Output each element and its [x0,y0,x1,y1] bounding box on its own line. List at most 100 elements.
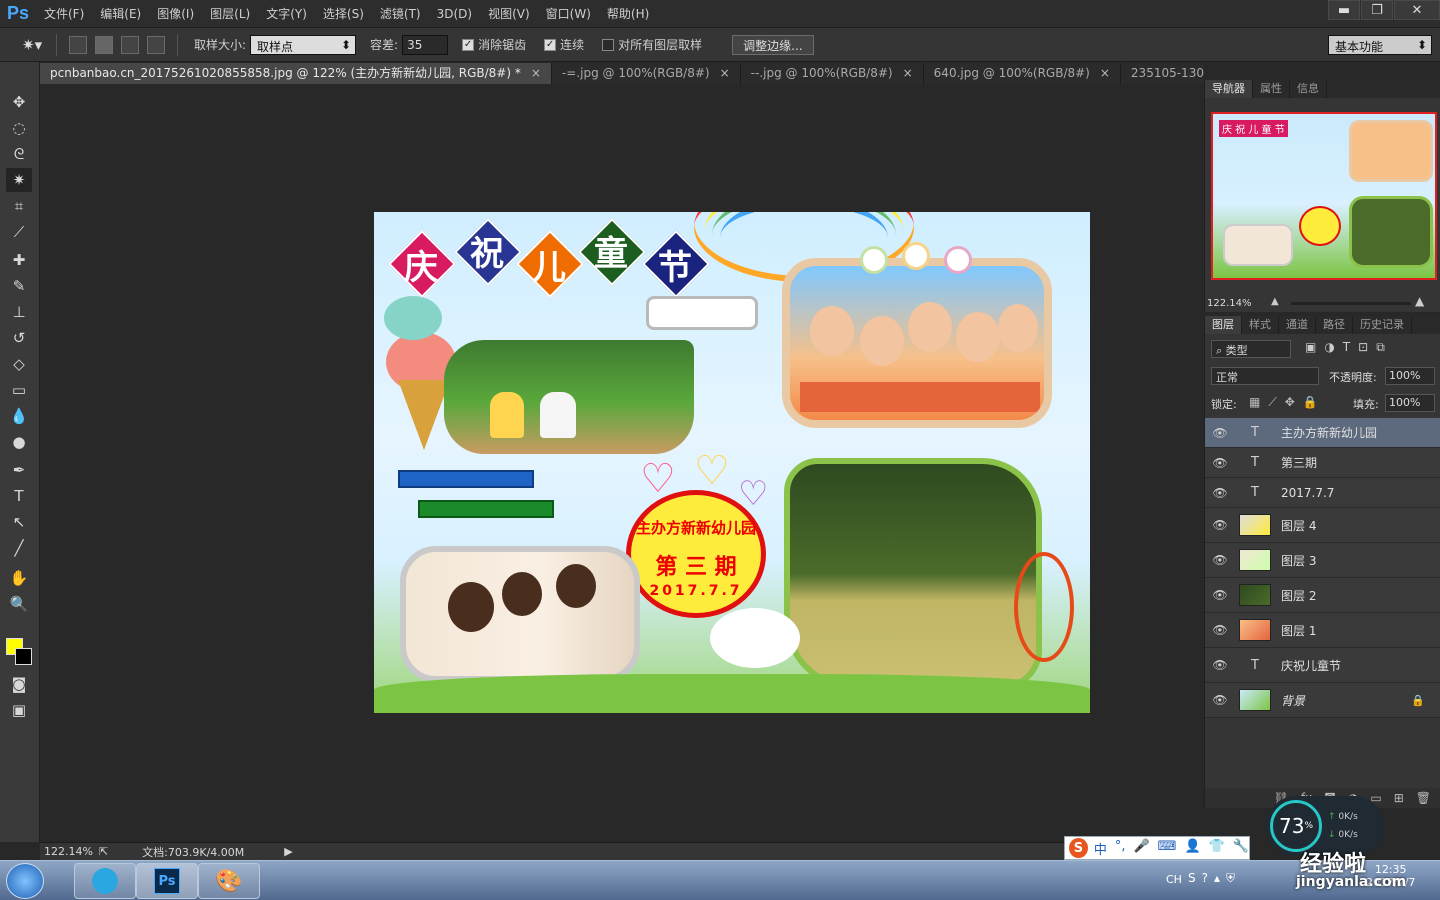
visibility-eye-icon[interactable]: 👁 [1205,693,1235,707]
magic-wand-tool-icon[interactable]: ✷ [6,168,32,192]
gradient-tool-icon[interactable]: ▭ [6,378,32,402]
start-button[interactable] [6,863,44,899]
tolerance-input[interactable]: 35 [402,34,449,55]
contiguous-checkbox[interactable]: ✓ [544,38,557,51]
panel-tab[interactable]: 信息 [1290,80,1327,98]
taskbar-paint[interactable]: 🎨 [198,863,260,899]
sogou-icon[interactable]: S [1069,838,1088,858]
document-tab[interactable]: 235105-1305160K52465.jpg @ 1 [1120,63,1204,84]
zoom-tool-icon[interactable]: 🔍 [6,592,32,616]
zoom-slider[interactable] [1291,302,1411,305]
delete-layer-icon[interactable]: 🗑 [1416,791,1431,805]
menu-item[interactable]: 选择(S) [315,0,372,28]
panel-tab[interactable]: 图层 [1205,316,1242,334]
panel-tab[interactable]: 样式 [1242,316,1279,334]
tab-close-icon[interactable]: × [1100,63,1110,84]
menu-item[interactable]: 滤镜(T) [372,0,429,28]
visibility-eye-icon[interactable]: 👁 [1205,456,1235,470]
layer-row[interactable]: 👁 背景 🔒 [1205,683,1440,718]
path-selection-icon[interactable]: ↖ [6,510,32,534]
eraser-tool-icon[interactable]: ◇ [6,352,32,376]
ime-item-icon[interactable]: ⌨ [1158,839,1177,858]
workspace-select[interactable]: 基本功能 ⬍ [1328,34,1432,55]
visibility-eye-icon[interactable]: 👁 [1205,518,1235,532]
minimize-button[interactable]: ▬ [1328,0,1360,20]
tray-icons[interactable]: S?▴⛨ [1188,871,1241,886]
type-tool-icon[interactable]: T [6,484,32,508]
layer-row[interactable]: 👁 T 主办方新新幼儿园 [1205,418,1440,448]
ime-item-icon[interactable]: 中 [1094,839,1107,858]
lasso-tool-icon[interactable]: ᘓ [6,142,32,166]
taskbar-photoshop[interactable]: Ps [136,863,198,899]
menu-item[interactable]: 图像(I) [149,0,202,28]
intersect-selection-icon[interactable] [147,35,165,54]
all-layers-checkbox[interactable] [602,38,615,51]
zoom-readout[interactable]: 122.14% [44,845,93,858]
menu-item[interactable]: 图层(L) [202,0,258,28]
document-tab[interactable]: --.jpg @ 100%(RGB/8#) × [740,63,924,84]
brush-tool-icon[interactable]: ✎ [6,274,32,298]
stamp-tool-icon[interactable]: ⊥ [6,300,32,324]
ime-item-icon[interactable]: °, [1115,839,1126,858]
magic-wand-icon[interactable]: ✷▾ [22,36,48,54]
menu-item[interactable]: 3D(D) [429,0,480,28]
line-tool-icon[interactable]: ╱ [6,536,32,560]
ime-toolbar[interactable]: S 中 °, 🎤 ⌨ 👤 👕 🔧 [1064,836,1250,860]
export-icon[interactable]: ⇱ [99,845,108,858]
visibility-eye-icon[interactable]: 👁 [1205,553,1235,567]
tab-close-icon[interactable]: × [531,63,541,84]
dodge-tool-icon[interactable]: ● [6,430,32,454]
document-tab[interactable]: 640.jpg @ 100%(RGB/8#) × [923,63,1121,84]
healing-brush-icon[interactable]: ✚ [6,248,32,272]
visibility-eye-icon[interactable]: 👁 [1205,588,1235,602]
subtract-selection-icon[interactable] [121,35,139,54]
tab-close-icon[interactable]: × [720,63,730,84]
marquee-tool-icon[interactable]: ◌ [6,116,32,140]
new-selection-icon[interactable] [69,35,87,54]
ime-item-icon[interactable]: 🔧 [1233,839,1249,858]
visibility-eye-icon[interactable]: 👁 [1205,658,1235,672]
move-tool-icon[interactable]: ✥ [6,90,32,114]
crop-tool-icon[interactable]: ⌗ [6,194,32,218]
restore-button[interactable]: ❐ [1361,0,1393,20]
tab-close-icon[interactable]: × [903,63,913,84]
visibility-eye-icon[interactable]: 👁 [1205,623,1235,637]
layer-row[interactable]: 👁 T 第三期 [1205,448,1440,478]
menu-item[interactable]: 文件(F) [36,0,92,28]
ime-item-icon[interactable]: 👕 [1209,839,1225,858]
menu-item[interactable]: 帮助(H) [599,0,657,28]
language-indicator[interactable]: CH [1166,873,1182,886]
refine-edge-button[interactable]: 调整边缘... [732,34,814,55]
panel-tab[interactable]: 属性 [1253,80,1290,98]
navigator-zoom[interactable]: 122.14% [1207,298,1252,309]
zoom-in-icon[interactable]: ▲ [1415,294,1424,308]
blend-mode-select[interactable]: 正常 [1211,367,1319,385]
layer-row[interactable]: 👁 图层 1 [1205,613,1440,648]
add-selection-icon[interactable] [95,35,113,54]
background-color-swatch[interactable] [15,648,32,665]
document-canvas[interactable]: 庆祝儿童节 ♡ ♡ ♡ 主办方新新幼儿园 第 三 期 2017.7.7 [374,212,1090,713]
navigator-preview[interactable]: 庆 祝 儿 童 节 [1211,112,1437,280]
taskbar-browser[interactable] [74,863,136,899]
panel-tab[interactable]: 路径 [1316,316,1353,334]
layer-row[interactable]: 👁 图层 2 [1205,578,1440,613]
hand-tool-icon[interactable]: ✋ [6,566,32,590]
eyedropper-tool-icon[interactable]: ⟋ [6,220,32,244]
blur-tool-icon[interactable]: 💧 [6,404,32,428]
menu-item[interactable]: 窗口(W) [538,0,599,28]
new-layer-icon[interactable]: ⊞ [1394,791,1404,805]
layer-row[interactable]: 👁 图层 4 [1205,508,1440,543]
lock-icons[interactable]: ▦⟋✥🔒 [1249,395,1326,410]
layer-row[interactable]: 👁 T 2017.7.7 [1205,478,1440,508]
layer-filter-select[interactable]: ⌕ 类型 [1211,340,1291,358]
document-tab[interactable]: pcnbanbao.cn_20175261020855858.jpg @ 122… [40,63,552,84]
visibility-eye-icon[interactable]: 👁 [1205,486,1235,500]
layer-row[interactable]: 👁 T 庆祝儿童节 [1205,648,1440,683]
sample-size-select[interactable]: 取样点 ⬍ [250,34,357,55]
close-button[interactable]: ✕ [1394,0,1440,20]
menu-item[interactable]: 编辑(E) [92,0,149,28]
visibility-eye-icon[interactable]: 👁 [1205,426,1235,440]
panel-tab[interactable]: 历史记录 [1353,316,1412,334]
status-menu-arrow-icon[interactable]: ▶ [284,845,292,858]
panel-tab[interactable]: 导航器 [1205,80,1253,98]
